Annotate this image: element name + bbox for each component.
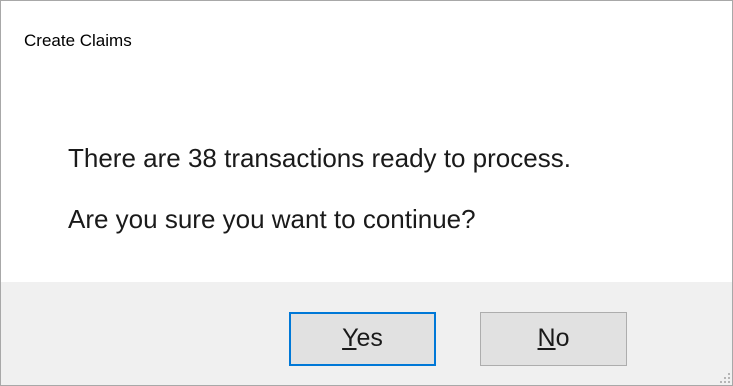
window-title: Create Claims: [24, 31, 132, 50]
no-label-rest: o: [555, 324, 570, 352]
confirm-dialog: Create Claims There are 38 transactions …: [0, 0, 733, 386]
resize-grip-icon[interactable]: [720, 373, 730, 383]
message-line-1: There are 38 transactions ready to proce…: [68, 143, 571, 173]
message-line-2: Are you sure you want to continue?: [68, 204, 476, 234]
yes-button[interactable]: Yes: [289, 312, 436, 366]
yes-button-label: Yes: [342, 324, 383, 352]
yes-accelerator: Y: [342, 324, 357, 352]
title-bar[interactable]: Create Claims: [1, 1, 732, 73]
yes-label-rest: es: [356, 324, 383, 352]
button-bar: Yes No: [1, 282, 732, 385]
dialog-content: There are 38 transactions ready to proce…: [1, 73, 732, 281]
no-button[interactable]: No: [480, 312, 627, 366]
no-accelerator: N: [537, 324, 556, 352]
no-button-label: No: [538, 324, 570, 352]
